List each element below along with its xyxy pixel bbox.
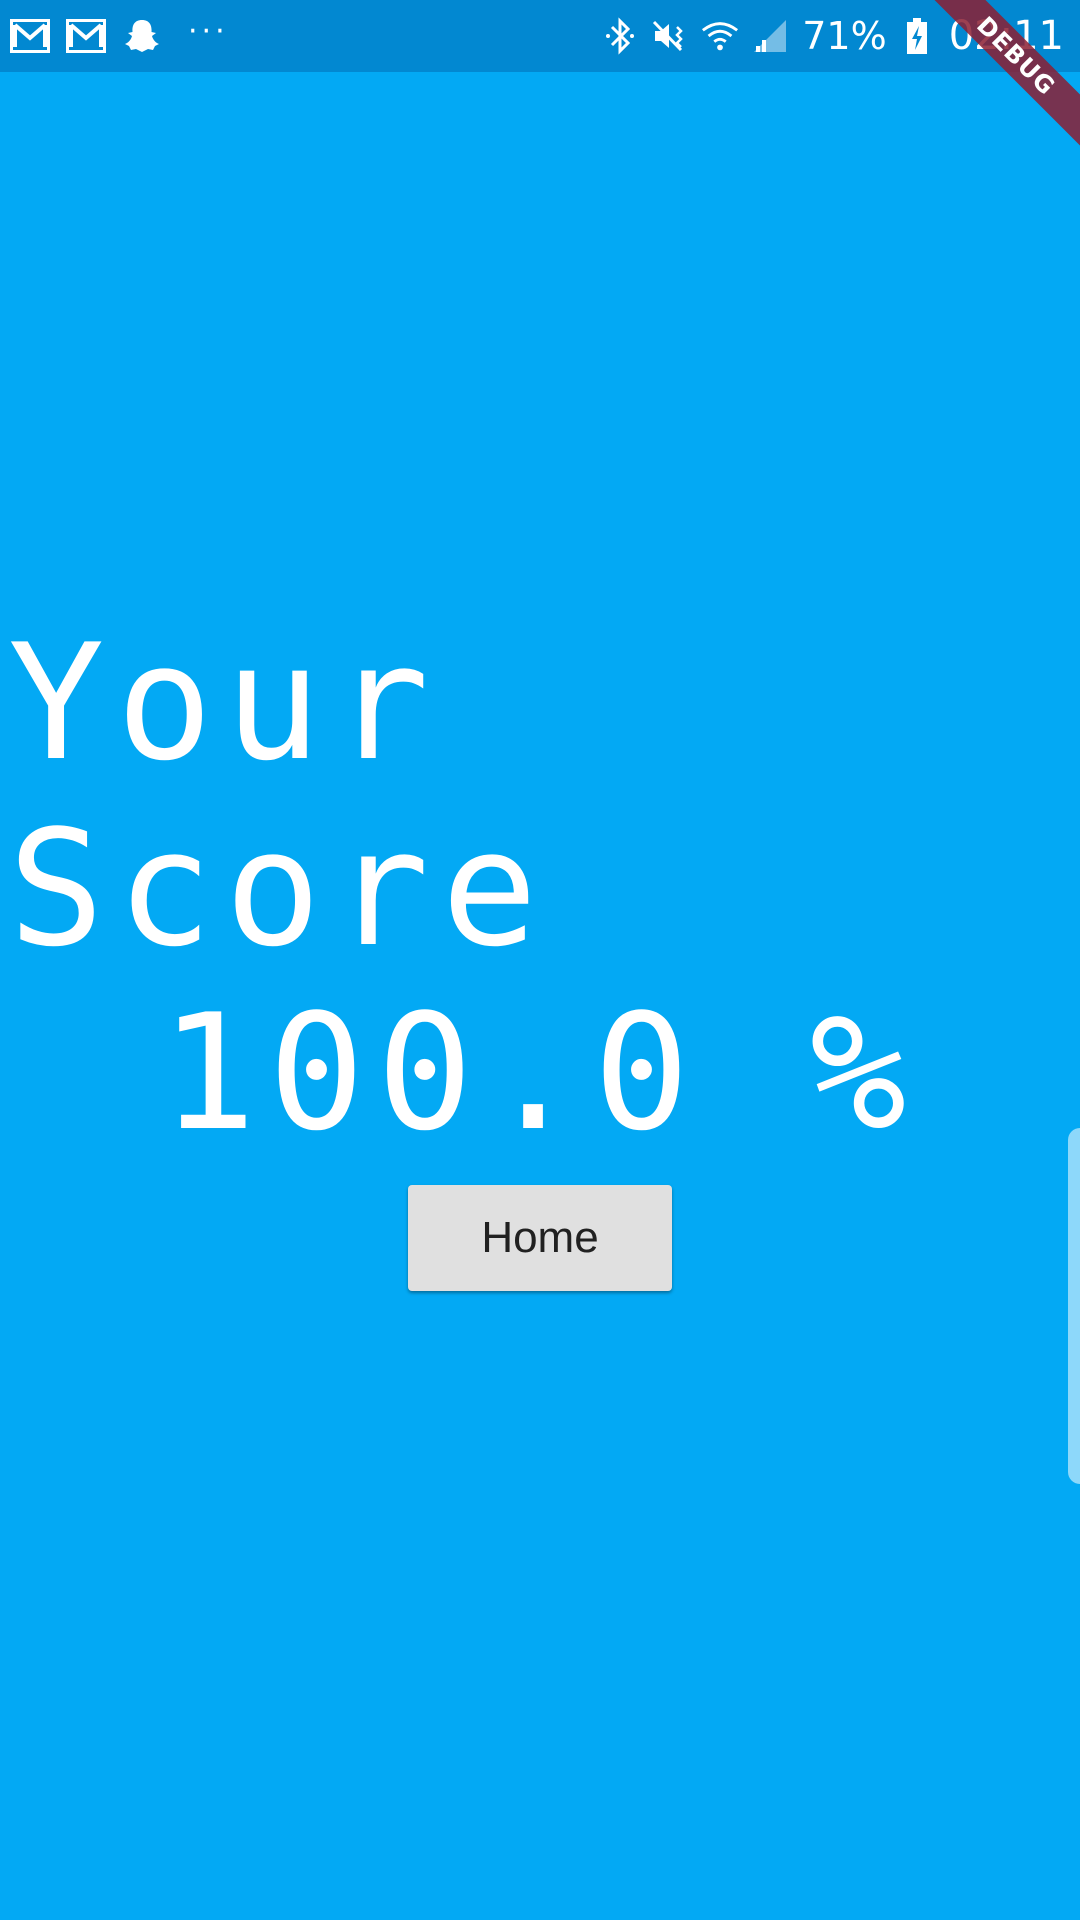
gmail-icon [8, 14, 52, 58]
battery-percent: 71% [802, 14, 887, 58]
battery-charging-icon [897, 16, 937, 56]
signal-icon [750, 16, 790, 56]
home-button[interactable]: Home [408, 1185, 672, 1291]
edge-panel-handle[interactable] [1068, 1128, 1080, 1484]
bluetooth-icon [600, 16, 640, 56]
gmail-icon [64, 14, 108, 58]
score-screen: ··· 71% DEBUG Your Score 100.0 % Home [0, 0, 1080, 1920]
more-notifications-indicator: ··· [188, 13, 229, 49]
wifi-icon [700, 16, 740, 56]
snapchat-icon [120, 14, 164, 58]
notification-icons: ··· [8, 14, 229, 58]
score-title: Your Score [8, 609, 550, 982]
status-bar: ··· 71% [0, 0, 1080, 72]
score-value: 100.0 % [160, 979, 919, 1166]
mute-vibrate-icon [650, 16, 690, 56]
